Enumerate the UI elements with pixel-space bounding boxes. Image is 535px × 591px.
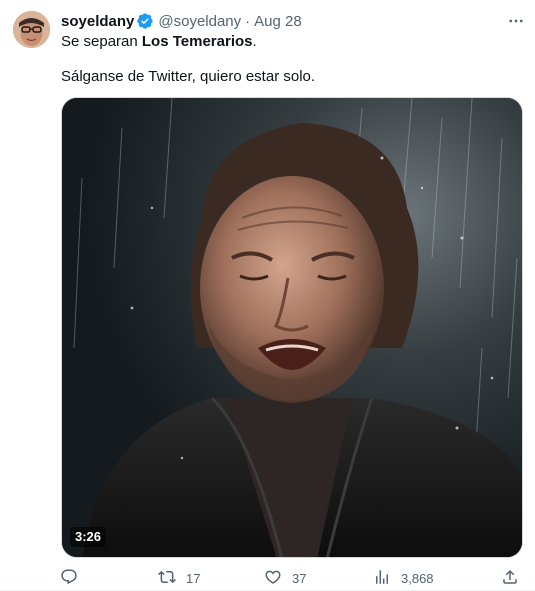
- tweet-text-suffix: .: [252, 33, 257, 50]
- handle[interactable]: @soyeldany: [158, 13, 241, 30]
- tweet-text-bold: Los Temerarios: [141, 33, 253, 50]
- reply-button[interactable]: [60, 566, 78, 590]
- retweet-count: 17: [186, 570, 201, 586]
- tweet-text-line-1: Se separan Los Temerarios.: [61, 32, 257, 52]
- tweet-video[interactable]: [61, 97, 523, 558]
- views-bar-chart-icon: [373, 568, 391, 589]
- tweet-header: soyeldany @soyeldany · Aug 28: [61, 11, 302, 31]
- retweet-button[interactable]: 17: [158, 566, 200, 590]
- retweet-icon: [158, 568, 176, 589]
- share-icon: [501, 568, 519, 589]
- like-button[interactable]: 37: [264, 566, 306, 590]
- reply-icon: [60, 568, 78, 589]
- tweet[interactable]: soyeldany @soyeldany · Aug 28 Se separan…: [0, 0, 535, 591]
- display-name[interactable]: soyeldany: [61, 13, 134, 30]
- tweet-date[interactable]: Aug 28: [254, 13, 302, 30]
- verified-badge-icon: [136, 12, 154, 30]
- tweet-actions: 17 37 3,868: [55, 566, 525, 590]
- share-button[interactable]: [501, 566, 519, 590]
- more-options-icon[interactable]: [506, 11, 526, 31]
- avatar[interactable]: [13, 11, 50, 48]
- tweet-text-line-2: Sálganse de Twitter, quiero estar solo.: [61, 68, 316, 85]
- separator-dot: ·: [245, 12, 251, 30]
- like-count: 37: [292, 570, 307, 586]
- video-duration-badge: 3:26: [70, 527, 107, 547]
- heart-icon: [264, 568, 282, 589]
- views-count: 3,868: [401, 570, 434, 586]
- tweet-text-prefix: Se separan: [61, 33, 142, 50]
- views-button[interactable]: 3,868: [373, 566, 434, 590]
